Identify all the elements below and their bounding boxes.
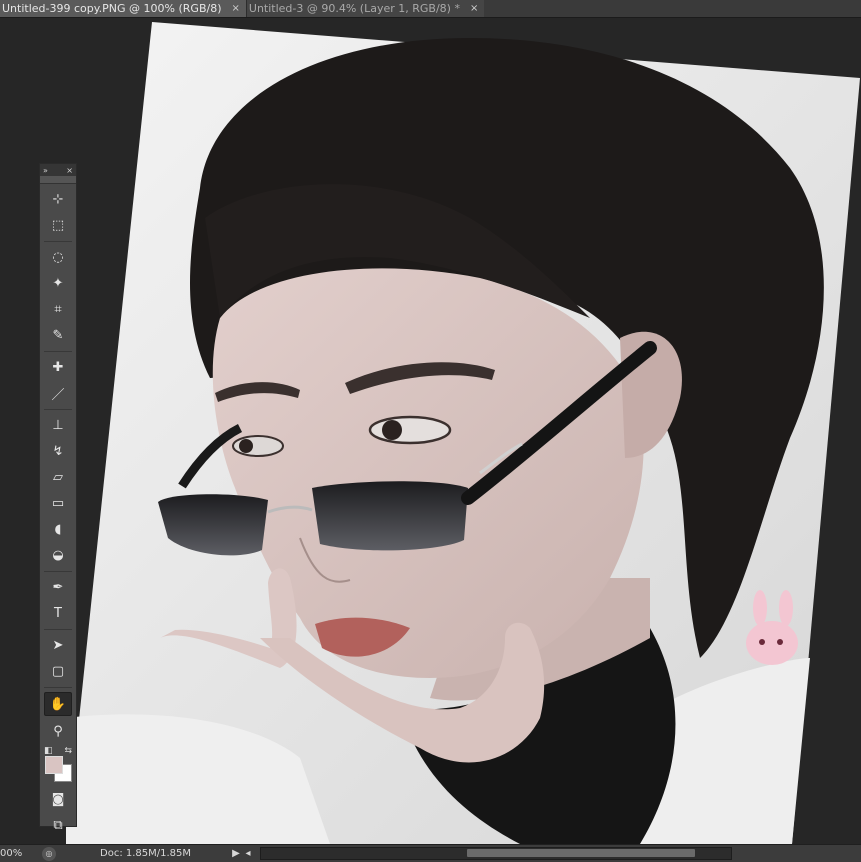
hand-tool[interactable]: ✋	[44, 692, 72, 716]
swap-colors-icon[interactable]: ⇆	[64, 746, 72, 756]
info-icon[interactable]: ◎	[42, 846, 56, 861]
lasso-icon: ◌	[52, 249, 64, 265]
tool-separator	[44, 687, 72, 688]
tool-list: ⊹ ⬚ ◌ ✦ ⌗ ✎ ✚ ／ ⊥ ↯ ▱ ▭ ◖ ◒ ✒ T ➤ ▢ ✋ ⚲	[40, 188, 76, 742]
foreground-color-swatch[interactable]	[45, 756, 63, 774]
tab-label: Untitled-3 @ 90.4% (Layer 1, RGB/8) *	[248, 2, 460, 15]
close-icon[interactable]: ×	[66, 166, 73, 175]
default-colors-icon[interactable]: ◧	[44, 746, 53, 756]
canvas-workspace[interactable]	[0, 18, 861, 844]
status-menu-arrow[interactable]: ▶	[230, 848, 242, 859]
artwork-canvas[interactable]	[0, 18, 861, 844]
history-brush-tool[interactable]: ↯	[45, 440, 71, 462]
eyedropper-icon: ✎	[52, 327, 64, 343]
document-tabs: Untitled-399 copy.PNG @ 100% (RGB/8) × U…	[0, 0, 861, 18]
brush-icon: ／	[51, 387, 65, 403]
tool-separator	[44, 409, 72, 410]
magnifier-icon: ⚲	[53, 723, 63, 739]
magic-wand-icon: ✦	[52, 275, 64, 291]
close-icon[interactable]: ×	[470, 3, 478, 14]
dodge-icon: ◒	[52, 547, 64, 563]
crop-tool[interactable]: ⌗	[45, 298, 71, 320]
brush-tool[interactable]: ／	[45, 382, 71, 404]
pen-icon: ✒	[52, 579, 64, 595]
tab-untitled-399[interactable]: Untitled-399 copy.PNG @ 100% (RGB/8) ×	[0, 0, 246, 17]
quick-mask-icon: ◙	[51, 791, 65, 807]
crop-icon: ⌗	[54, 301, 62, 317]
tool-separator	[44, 241, 72, 242]
scroll-left-icon[interactable]: ◂	[242, 848, 254, 859]
tools-panel-header[interactable]: » ×	[40, 164, 76, 176]
panel-grip[interactable]	[40, 176, 76, 184]
healing-brush-tool[interactable]: ✚	[45, 356, 71, 378]
magic-wand-tool[interactable]: ✦	[45, 272, 71, 294]
color-swatches[interactable]: ◧ ⇆	[42, 746, 74, 784]
marquee-tool[interactable]: ⬚	[45, 214, 71, 236]
rect-marquee-icon: ⬚	[51, 217, 65, 233]
arrow-pointer-icon: ➤	[52, 637, 64, 653]
move-icon: ⊹	[52, 191, 64, 207]
stamp-icon: ⊥	[52, 417, 64, 433]
rounded-rect-icon: ▢	[51, 663, 65, 679]
zoom-level[interactable]: 00%	[0, 848, 30, 859]
close-icon[interactable]: ×	[232, 3, 240, 14]
document-size: Doc: 1.85M/1.85M	[100, 848, 192, 859]
blur-icon: ◖	[54, 521, 62, 537]
tool-separator	[44, 351, 72, 352]
horizontal-scrollbar[interactable]	[260, 847, 732, 860]
eyedropper-tool[interactable]: ✎	[45, 324, 71, 346]
clone-stamp-tool[interactable]: ⊥	[45, 414, 71, 436]
move-tool[interactable]: ⊹	[45, 188, 71, 210]
tool-separator	[44, 571, 72, 572]
collapse-icon[interactable]: »	[43, 166, 48, 175]
scrollbar-thumb[interactable]	[467, 849, 695, 857]
hand-icon: ✋	[49, 696, 67, 712]
eraser-tool[interactable]: ▱	[45, 466, 71, 488]
type-icon: T	[54, 605, 62, 621]
tools-panel[interactable]: » × ⊹ ⬚ ◌ ✦ ⌗ ✎ ✚ ／ ⊥ ↯ ▱ ▭ ◖ ◒ ✒ T ➤ ▢ ✋ ⚲ ◧ ⇆ ◙ ⧉	[39, 163, 77, 833]
type-tool[interactable]: T	[45, 602, 71, 624]
status-bar: 00% ◎ Doc: 1.85M/1.85M ▶ ◂	[0, 844, 861, 862]
screen-mode-button[interactable]: ⧉	[45, 814, 71, 836]
screen-mode-icon: ⧉	[53, 817, 63, 833]
dodge-tool[interactable]: ◒	[45, 544, 71, 566]
pen-tool[interactable]: ✒	[45, 576, 71, 598]
lasso-tool[interactable]: ◌	[45, 246, 71, 268]
shape-tool[interactable]: ▢	[45, 660, 71, 682]
tab-untitled-3[interactable]: Untitled-3 @ 90.4% (Layer 1, RGB/8) * ×	[245, 0, 485, 17]
gradient-tool[interactable]: ▭	[45, 492, 71, 514]
tab-label: Untitled-399 copy.PNG @ 100% (RGB/8)	[2, 2, 222, 15]
blur-tool[interactable]: ◖	[45, 518, 71, 540]
history-brush-icon: ↯	[52, 443, 64, 459]
bandage-icon: ✚	[52, 359, 64, 375]
quick-mask-button[interactable]: ◙	[45, 788, 71, 810]
path-selection-tool[interactable]: ➤	[45, 634, 71, 656]
zoom-tool[interactable]: ⚲	[45, 720, 71, 742]
eraser-icon: ▱	[53, 469, 63, 485]
gradient-icon: ▭	[51, 495, 65, 511]
tool-separator	[44, 629, 72, 630]
